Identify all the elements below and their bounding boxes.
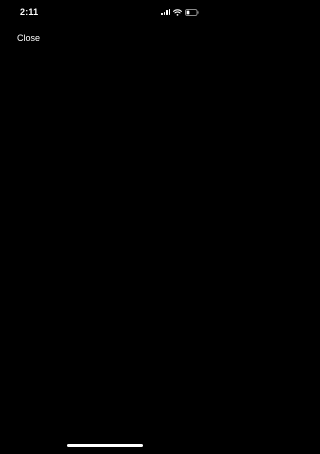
- status-bar: 2:11: [0, 0, 210, 22]
- battery-icon: [185, 8, 199, 16]
- close-button[interactable]: Close: [17, 33, 40, 44]
- cellular-signal-icon: [161, 9, 170, 15]
- wifi-icon: [173, 8, 182, 16]
- battery-level-fill: [186, 10, 190, 14]
- status-icons: [161, 8, 199, 16]
- home-indicator[interactable]: [67, 444, 143, 447]
- app-screen: 2:11 Close: [0, 0, 210, 454]
- status-time: 2:11: [20, 7, 39, 17]
